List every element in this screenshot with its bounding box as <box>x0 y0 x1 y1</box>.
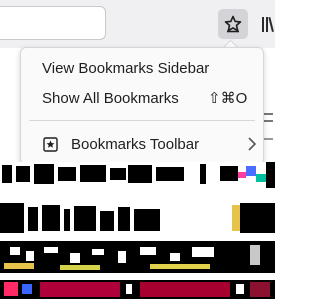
chevron-right-icon <box>248 137 257 151</box>
bookmarks-toolbar-icon <box>43 136 58 152</box>
glitched-bookmark-row <box>0 162 275 188</box>
menu-separator <box>29 120 255 121</box>
glitched-bookmark-row <box>0 280 275 299</box>
url-bar[interactable] <box>0 6 106 40</box>
menu-item-bookmarks-toolbar[interactable]: Bookmarks Toolbar <box>21 132 263 156</box>
menu-item-label: Show All Bookmarks <box>42 89 179 107</box>
glitched-bookmark-row <box>0 241 275 273</box>
library-icon[interactable] <box>262 14 275 34</box>
bookmark-star-icon <box>224 15 242 33</box>
menu-item-show-all-bookmarks[interactable]: Show All Bookmarks ⇧⌘O <box>21 86 263 110</box>
bookmark-star-button[interactable] <box>218 9 248 39</box>
keyboard-shortcut: ⇧⌘O <box>208 90 248 107</box>
bookmarks-menu: View Bookmarks Sidebar Show All Bookmark… <box>20 47 264 165</box>
menu-item-label: Bookmarks Toolbar <box>71 135 200 153</box>
glitched-bookmark-row <box>0 203 275 233</box>
browser-window: View Bookmarks Sidebar Show All Bookmark… <box>0 0 275 299</box>
menu-item-view-bookmarks-sidebar[interactable]: View Bookmarks Sidebar <box>21 56 263 80</box>
browser-toolbar <box>0 0 275 48</box>
menu-item-label: View Bookmarks Sidebar <box>42 59 210 77</box>
